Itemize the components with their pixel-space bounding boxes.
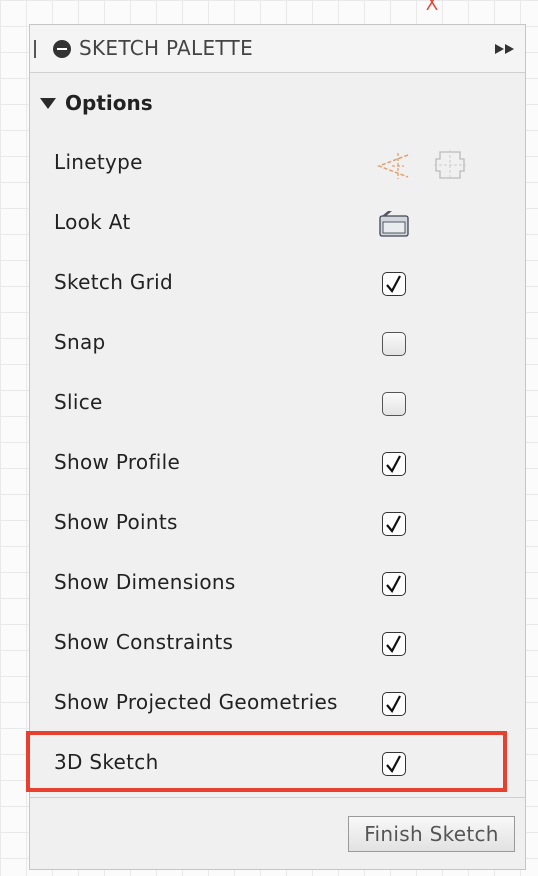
option-label: Show Dimensions xyxy=(54,570,236,594)
option-row-snap: Snap xyxy=(30,315,525,375)
show-profile-checkbox[interactable] xyxy=(382,452,406,476)
axis-x-marker-icon xyxy=(426,0,438,10)
highlight-box xyxy=(26,731,507,792)
centerline-icon[interactable] xyxy=(434,149,466,181)
snap-checkbox[interactable] xyxy=(382,332,406,356)
double-arrow-right-icon[interactable] xyxy=(495,44,515,54)
look-at-icon[interactable] xyxy=(379,210,409,238)
option-row-show-constraints: Show Constraints xyxy=(30,615,525,675)
option-label: Show Projected Geometries xyxy=(54,690,338,714)
show-projected-geometries-checkbox[interactable] xyxy=(382,692,406,716)
option-row-show-projected-geometries: Show Projected Geometries xyxy=(30,675,525,735)
option-label: Sketch Grid xyxy=(54,270,174,294)
option-label: Slice xyxy=(54,390,103,414)
option-label: Show Profile xyxy=(54,450,181,474)
show-dimensions-checkbox[interactable] xyxy=(382,572,406,596)
option-row-linetype: Linetype xyxy=(30,135,525,195)
triangle-down-icon xyxy=(40,97,56,109)
option-label: Snap xyxy=(54,330,106,354)
show-constraints-checkbox[interactable] xyxy=(382,632,406,656)
option-row-look-at: Look At xyxy=(30,195,525,255)
option-label: Look At xyxy=(54,210,131,234)
palette-title: SKETCH PALETTE xyxy=(79,36,254,60)
option-label: Linetype xyxy=(54,150,143,174)
show-points-checkbox[interactable] xyxy=(382,512,406,536)
palette-header: SKETCH PALETTE xyxy=(30,25,525,73)
option-row-show-points: Show Points xyxy=(30,495,525,555)
finish-sketch-button[interactable]: Finish Sketch xyxy=(348,816,515,852)
palette-footer-divider xyxy=(30,797,525,798)
construction-line-icon[interactable] xyxy=(376,149,410,181)
option-label: Show Points xyxy=(54,510,178,534)
option-row-slice: Slice xyxy=(30,375,525,435)
minus-circle-icon[interactable] xyxy=(53,40,71,58)
option-label: Show Constraints xyxy=(54,630,234,654)
option-row-show-dimensions: Show Dimensions xyxy=(30,555,525,615)
option-row-sketch-grid: Sketch Grid xyxy=(30,255,525,315)
slice-checkbox[interactable] xyxy=(382,392,406,416)
option-row-show-profile: Show Profile xyxy=(30,435,525,495)
drag-handle-icon[interactable] xyxy=(34,40,36,58)
options-section-toggle[interactable]: Options xyxy=(40,91,153,115)
options-section-label: Options xyxy=(65,91,153,115)
sketch-grid-checkbox[interactable] xyxy=(382,272,406,296)
